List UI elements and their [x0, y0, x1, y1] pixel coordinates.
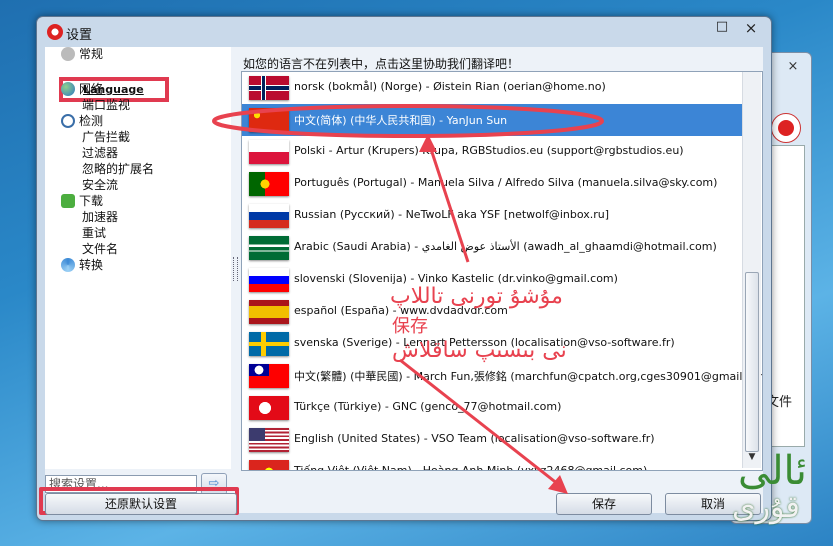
- settings-tree: 常规 Language 网络 端口监视 检测 广告拦截 过滤器 忽略的扩展名 安…: [45, 47, 231, 469]
- tree-item-retry[interactable]: 重试: [82, 225, 106, 241]
- china-flag-icon: [249, 108, 289, 132]
- vietnam-flag-icon: [249, 460, 289, 470]
- turkey-flag-icon: [249, 396, 289, 420]
- panel-splitter[interactable]: [233, 257, 238, 281]
- language-row[interactable]: 中文(简体) (中华人民共和国) - YanJun Sun: [242, 104, 742, 136]
- usa-flag-icon: [249, 428, 289, 452]
- tree-item-port-monitor[interactable]: 端口监视: [82, 97, 130, 113]
- saudi-flag-icon: [249, 236, 289, 260]
- language-row[interactable]: Russian (Русский) - NeTwoLF aka YSF [net…: [242, 200, 742, 232]
- translate-help-link[interactable]: 如您的语言不在列表中，点击这里协助我们翻译吧！: [243, 55, 519, 72]
- background-app-icon: [771, 113, 801, 143]
- poland-flag-icon: [249, 140, 289, 164]
- norway-flag-icon: [249, 76, 289, 100]
- language-row-label: Português (Portugal) - Manuela Silva / A…: [294, 176, 718, 189]
- tree-item-safe-stream[interactable]: 安全流: [82, 177, 118, 193]
- language-row-label: 中文(简体) (中华人民共和国) - YanJun Sun: [294, 114, 508, 127]
- language-row-label: Tiếng Việt (Việt Nam) - Hoàng Anh Minh (…: [294, 464, 648, 471]
- scrollbar-thumb[interactable]: [745, 272, 759, 452]
- close-button[interactable]: ×: [737, 19, 765, 37]
- convert-icon: [61, 258, 75, 272]
- language-row[interactable]: 中文(繁體) (中華民國) - March Fun,張修銘 (marchfun@…: [242, 360, 762, 392]
- taiwan-flag-icon: [249, 364, 289, 388]
- maximize-button[interactable]: □: [709, 19, 735, 37]
- window-title: 设置: [66, 28, 93, 43]
- slovenia-flag-icon: [249, 268, 289, 292]
- title-bar[interactable]: 设置 □ ×: [37, 17, 771, 47]
- language-row-label: English (United States) - VSO Team (loca…: [294, 432, 655, 445]
- sweden-flag-icon: [249, 332, 289, 356]
- watermark-logo: ئالى قۇرى: [728, 440, 828, 540]
- save-button[interactable]: 保存: [556, 493, 652, 515]
- spain-flag-icon: [249, 300, 289, 324]
- language-row-label: Polski - Artur (Krupers) Krupa, RGBStudi…: [294, 144, 684, 157]
- language-row[interactable]: Türkçe (Türkiye) - GNC (genco_77@hotmail…: [242, 392, 742, 424]
- language-row-label: norsk (bokmål) (Norge) - Øistein Rian (o…: [294, 80, 606, 93]
- tree-item-ad-block[interactable]: 广告拦截: [82, 129, 130, 145]
- language-row[interactable]: Polski - Artur (Krupers) Krupa, RGBStudi…: [242, 136, 742, 168]
- language-list-scrollbar[interactable]: ▼: [742, 72, 761, 468]
- language-row-label: Russian (Русский) - NeTwoLF aka YSF [net…: [294, 208, 610, 221]
- tree-item-filename[interactable]: 文件名: [82, 241, 118, 257]
- reset-defaults-button[interactable]: 还原默认设置: [45, 493, 237, 515]
- background-window-close-button[interactable]: ×: [781, 59, 805, 75]
- language-row[interactable]: norsk (bokmål) (Norge) - Øistein Rian (o…: [242, 72, 742, 104]
- download-icon: [61, 194, 75, 208]
- annotation-uyghur-line1: مۇشۇ تورنى تاللاپ: [390, 284, 563, 309]
- tools-icon: [61, 47, 75, 61]
- portugal-flag-icon: [249, 172, 289, 196]
- russia-flag-icon: [249, 204, 289, 228]
- language-row-label: Arabic (Saudi Arabia) - الأستاذ عوض الغا…: [294, 240, 717, 253]
- magnifier-icon: [61, 114, 75, 128]
- language-row-label: Türkçe (Türkiye) - GNC (genco_77@hotmail…: [294, 400, 562, 413]
- dialog-client-area: 常规 Language 网络 端口监视 检测 广告拦截 过滤器 忽略的扩展名 安…: [39, 47, 763, 515]
- tree-item-filter[interactable]: 过滤器: [82, 145, 118, 161]
- language-row[interactable]: Português (Portugal) - Manuela Silva / A…: [242, 168, 742, 200]
- app-logo-icon: [47, 24, 63, 40]
- language-list: norsk (bokmål) (Norge) - Øistein Rian (o…: [241, 71, 763, 471]
- globe-icon: [61, 82, 75, 96]
- language-row-label: 中文(繁體) (中華民國) - March Fun,張修銘 (marchfun@…: [294, 370, 763, 383]
- watermark-line1: ئالى: [738, 448, 807, 494]
- language-row[interactable]: Tiếng Việt (Việt Nam) - Hoàng Anh Minh (…: [242, 456, 742, 471]
- annotation-uyghur-line2: نى بىسىپ ساقلاش: [392, 338, 567, 363]
- language-row[interactable]: English (United States) - VSO Team (loca…: [242, 424, 742, 456]
- tree-item-ignored-extensions[interactable]: 忽略的扩展名: [82, 161, 154, 177]
- language-row[interactable]: Arabic (Saudi Arabia) - الأستاذ عوض الغا…: [242, 232, 742, 264]
- tree-item-accelerator[interactable]: 加速器: [82, 209, 118, 225]
- watermark-line2: قۇرى: [732, 490, 800, 525]
- annotation-chinese-save: 保存: [392, 316, 428, 337]
- settings-dialog: 设置 □ × 常规 Language 网络 端口监视 检测 广告拦截 过滤器 忽…: [36, 16, 772, 521]
